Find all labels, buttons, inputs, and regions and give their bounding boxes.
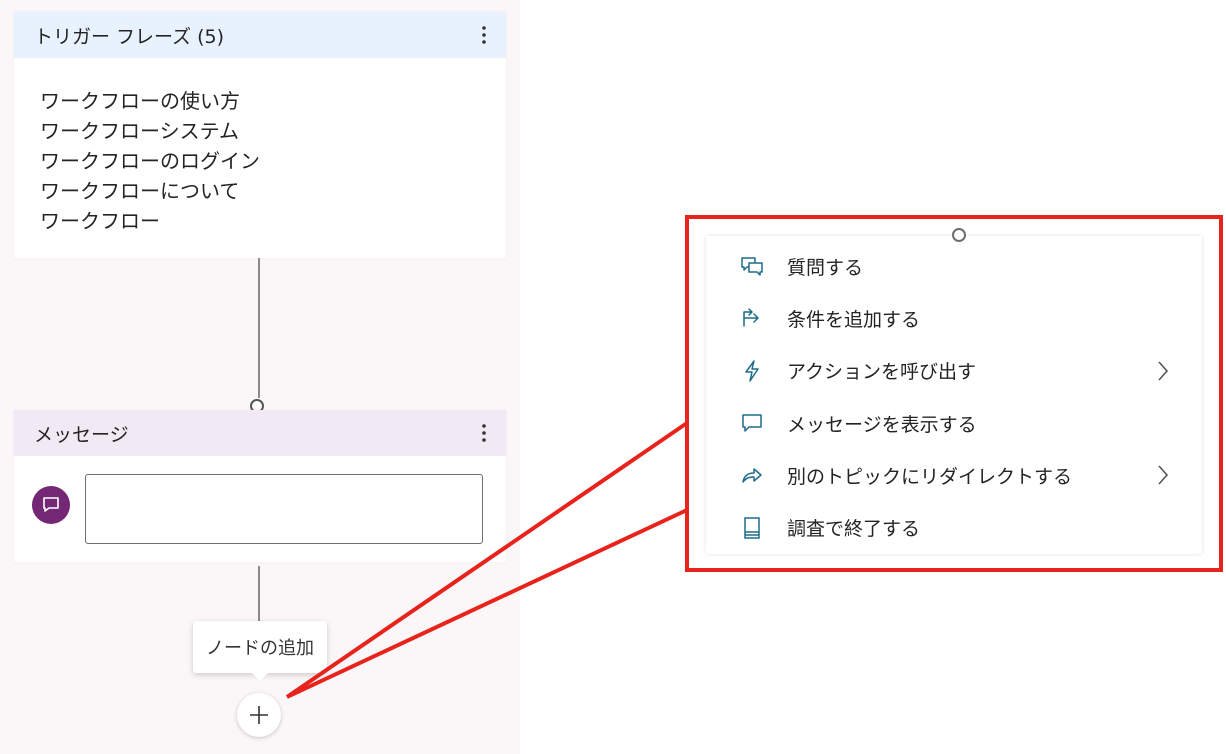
more-vertical-icon bbox=[482, 424, 486, 442]
message-bubble-icon bbox=[739, 410, 765, 436]
trigger-phrase-list: ワークフローの使い方 ワークフローシステム ワークフローのログイン ワークフロー… bbox=[14, 58, 506, 236]
chat-bubble-icon bbox=[43, 497, 59, 512]
more-vertical-icon bbox=[482, 26, 486, 44]
trigger-card-header: トリガー フレーズ (5) bbox=[14, 12, 506, 58]
menu-item-show-message[interactable]: メッセージを表示する bbox=[706, 397, 1202, 449]
add-node-button[interactable] bbox=[237, 693, 281, 737]
menu-item-ask-question[interactable]: 質問する bbox=[706, 240, 1202, 292]
menu-item-label: 別のトピックにリダイレクトする bbox=[787, 465, 1073, 488]
condition-branch-icon bbox=[739, 305, 765, 331]
trigger-phrase: ワークフローの使い方 bbox=[40, 89, 240, 113]
trigger-phrase: ワークフローについて bbox=[40, 179, 240, 203]
chevron-right-icon bbox=[1157, 463, 1169, 491]
menu-item-list: 質問する 条件を追加する アクションを呼び出す メッセージを表示する 別のトピッ… bbox=[706, 236, 1202, 554]
trigger-phrase: ワークフローシステム bbox=[40, 119, 239, 143]
connector-line bbox=[258, 258, 260, 398]
plus-icon bbox=[250, 706, 268, 724]
menu-item-label: 調査で終了する bbox=[787, 518, 921, 541]
menu-item-label: メッセージを表示する bbox=[787, 413, 977, 436]
connector-line bbox=[258, 566, 260, 628]
chevron-right-icon bbox=[1157, 359, 1169, 387]
menu-item-label: アクションを呼び出す bbox=[787, 361, 977, 384]
message-node-card: メッセージ bbox=[14, 410, 506, 562]
menu-item-end-with-survey[interactable]: 調査で終了する bbox=[706, 501, 1202, 553]
menu-item-label: 条件を追加する bbox=[787, 308, 921, 331]
message-more-options-button[interactable] bbox=[474, 418, 494, 448]
message-text-input[interactable] bbox=[85, 474, 483, 544]
add-node-tooltip: ノードの追加 bbox=[193, 621, 327, 681]
message-card-title: メッセージ bbox=[34, 423, 129, 446]
menu-item-redirect-topic[interactable]: 別のトピックにリダイレクトする bbox=[706, 449, 1202, 501]
message-avatar bbox=[32, 486, 70, 524]
lightning-icon bbox=[739, 358, 765, 384]
redirect-arrow-icon bbox=[739, 462, 765, 488]
question-icon bbox=[739, 253, 765, 279]
trigger-card-title: トリガー フレーズ (5) bbox=[34, 25, 225, 48]
menu-item-call-action[interactable]: アクションを呼び出す bbox=[706, 345, 1202, 397]
trigger-phrase: ワークフローのログイン bbox=[40, 149, 260, 173]
trigger-more-options-button[interactable] bbox=[474, 20, 494, 50]
message-card-header: メッセージ bbox=[14, 410, 506, 456]
trigger-phrases-card: トリガー フレーズ (5) ワークフローの使い方 ワークフローシステム ワークフ… bbox=[14, 12, 506, 258]
trigger-phrase: ワークフロー bbox=[40, 209, 160, 233]
add-node-menu: 質問する 条件を追加する アクションを呼び出す メッセージを表示する 別のトピッ… bbox=[706, 228, 1202, 554]
menu-item-add-condition[interactable]: 条件を追加する bbox=[706, 292, 1202, 344]
authoring-canvas: トリガー フレーズ (5) ワークフローの使い方 ワークフローシステム ワークフ… bbox=[0, 0, 520, 754]
menu-item-label: 質問する bbox=[787, 256, 864, 279]
survey-end-icon bbox=[739, 515, 765, 541]
message-card-body bbox=[14, 456, 506, 562]
